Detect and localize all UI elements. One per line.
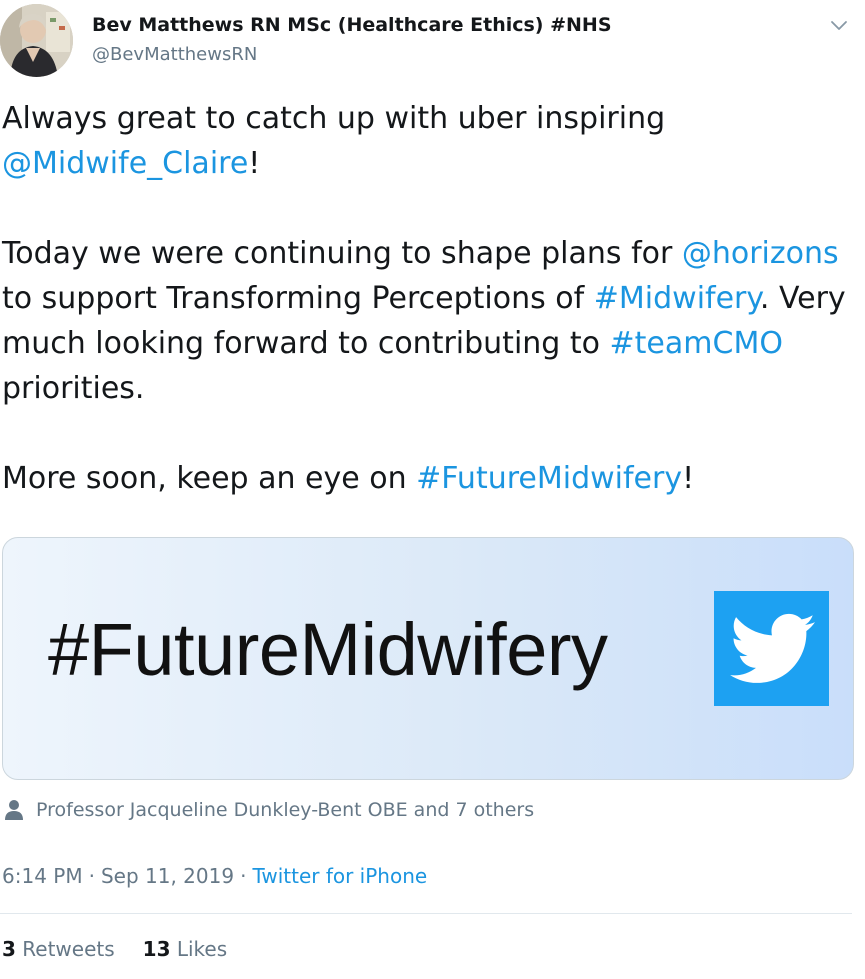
tweet-date[interactable]: Sep 11, 2019 [101,864,234,888]
retweets-label: Retweets [22,937,115,961]
media-image[interactable]: #FutureMidwifery [2,537,854,780]
chevron-down-icon[interactable] [828,14,850,36]
tweet-text: Always great to catch up with uber inspi… [2,96,857,501]
mention-link[interactable]: @horizons [682,236,839,271]
avatar[interactable] [0,4,73,77]
divider [0,913,852,914]
tweet-source-link[interactable]: Twitter for iPhone [252,864,427,888]
tweet-paragraph: Today we were continuing to shape plans … [2,236,846,406]
likes-label: Likes [176,937,228,961]
separator: · [240,864,247,888]
likes-count: 13 [142,937,171,961]
author-name[interactable]: Bev Matthews RN MSc (Healthcare Ethics) … [92,14,612,36]
media-hashtag-text: #FutureMidwifery [48,608,608,691]
retweets-stat[interactable]: 3 Retweets [2,937,115,961]
tweet-time[interactable]: 6:14 PM [2,864,83,888]
mention-link[interactable]: @Midwife_Claire [2,146,248,181]
retweets-count: 3 [2,937,16,961]
twitter-bird-icon [714,591,829,706]
tweet-meta: 6:14 PM · Sep 11, 2019 · Twitter for iPhone [2,864,427,888]
author-handle[interactable]: @BevMatthewsRN [92,44,257,65]
tweet-paragraph: More soon, keep an eye on #FutureMidwife… [2,461,695,496]
hashtag-link[interactable]: #teamCMO [610,326,783,361]
tagged-people-text: Professor Jacqueline Dunkley-Bent OBE an… [36,799,535,821]
tweet-paragraph: Always great to catch up with uber inspi… [2,101,666,181]
tagged-people[interactable]: Professor Jacqueline Dunkley-Bent OBE an… [4,797,534,823]
separator: · [88,864,95,888]
tweet-stats: 3 Retweets 13 Likes [2,937,227,961]
hashtag-link[interactable]: #Midwifery [594,281,760,316]
likes-stat[interactable]: 13 Likes [143,937,228,961]
hashtag-link[interactable]: #FutureMidwifery [416,461,682,496]
person-icon [5,800,23,820]
